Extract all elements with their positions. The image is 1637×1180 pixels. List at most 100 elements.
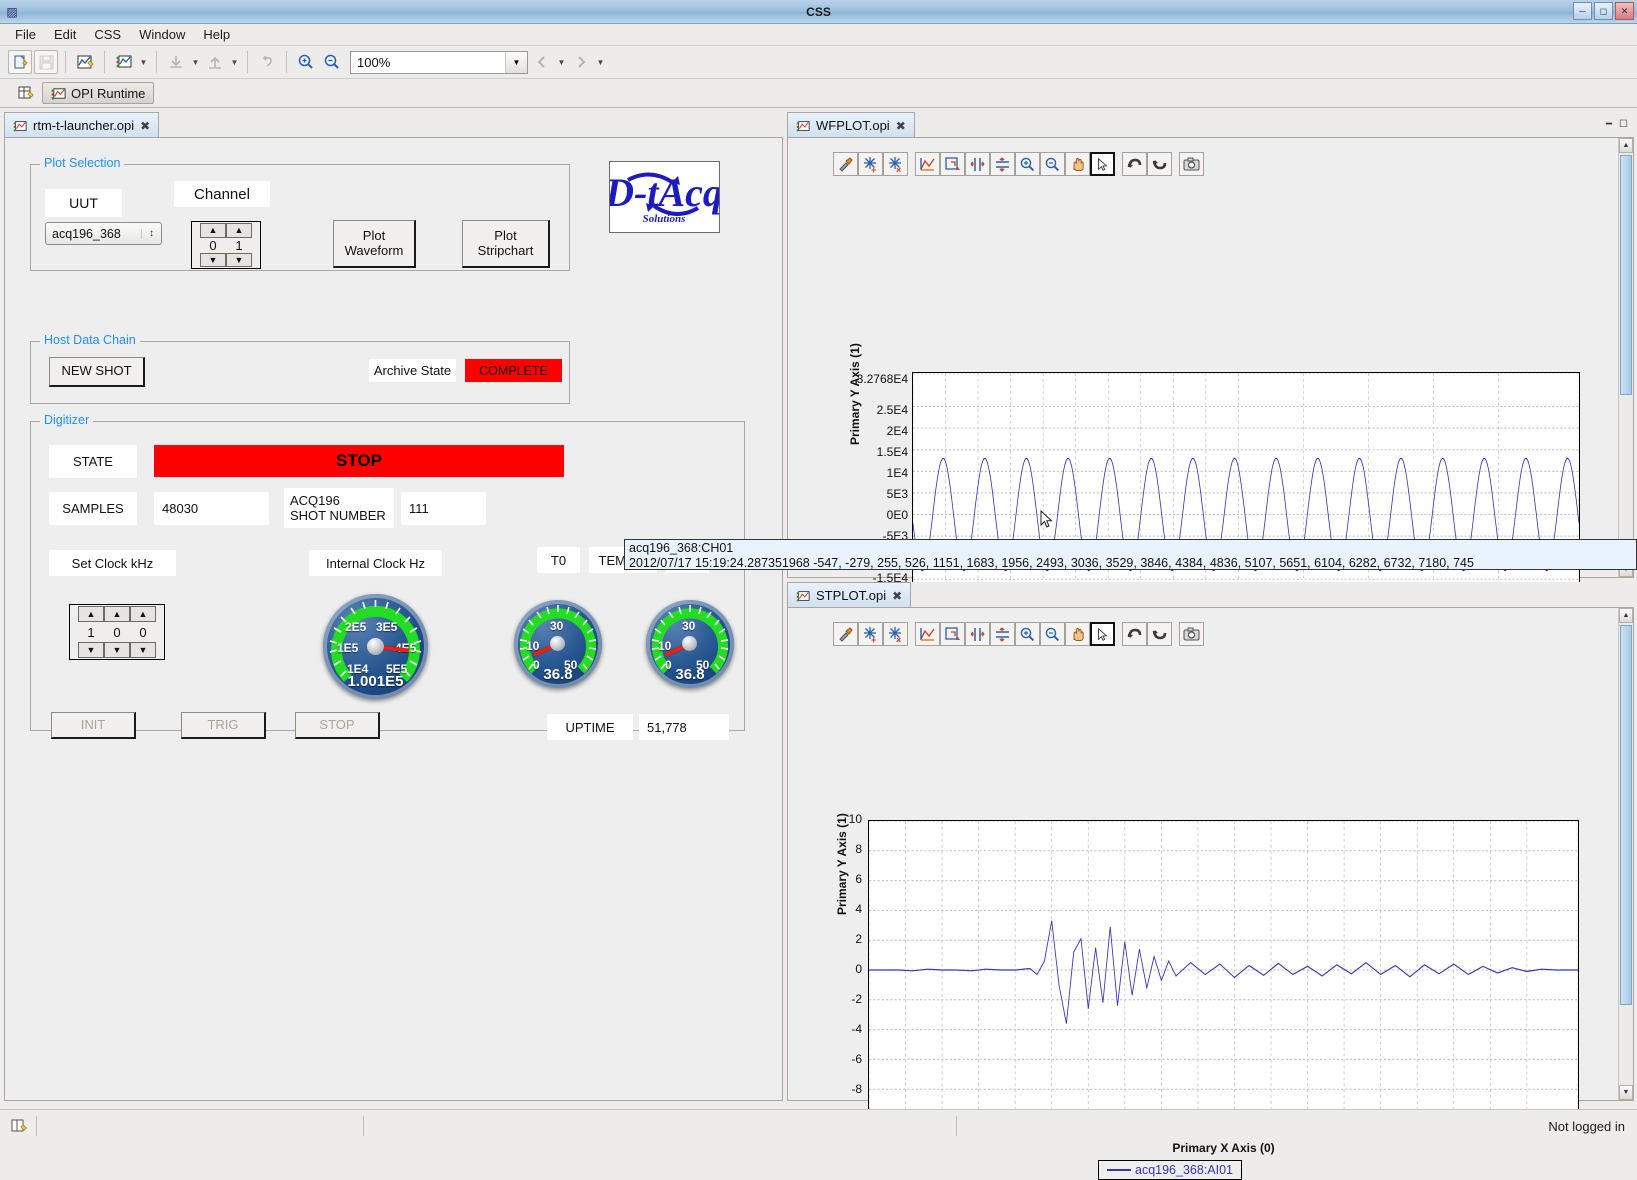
- stplot-plot-area[interactable]: [868, 820, 1579, 1120]
- maximize-button[interactable]: ◻: [1594, 2, 1613, 20]
- status-separator-2: [363, 1116, 364, 1136]
- perspective-tab-opi-runtime[interactable]: OPI Runtime: [42, 82, 155, 104]
- scroll-up-icon[interactable]: ▲: [1619, 608, 1633, 623]
- close-icon[interactable]: ✖: [140, 119, 150, 133]
- zoom-out-icon[interactable]: [1040, 622, 1065, 646]
- pointer-icon[interactable]: [1090, 622, 1115, 646]
- add-annotation-icon[interactable]: +: [858, 622, 883, 646]
- decrement-icon[interactable]: ▼: [226, 252, 252, 267]
- remove-annotation-icon[interactable]: ×: [883, 622, 908, 646]
- zoom-in-icon[interactable]: [1015, 152, 1040, 176]
- zoom-vertical-icon[interactable]: [990, 152, 1015, 176]
- pan-icon[interactable]: [1065, 152, 1090, 176]
- editor-tab-rtm-t-launcher[interactable]: rtm-t-launcher.opi ✖: [4, 112, 160, 138]
- stop-button[interactable]: STOP: [295, 712, 380, 739]
- configure-icon[interactable]: [833, 152, 858, 176]
- uut-combo[interactable]: acq196_368 ↕: [45, 222, 162, 245]
- scroll-down-icon[interactable]: ▼: [1619, 1085, 1633, 1100]
- redo-icon[interactable]: [1147, 152, 1172, 176]
- maximize-view-icon[interactable]: ☐: [1619, 119, 1628, 130]
- perspective-icon[interactable]: [8, 1118, 30, 1134]
- close-button[interactable]: ✕: [1615, 2, 1634, 20]
- menu-window[interactable]: Window: [130, 25, 194, 44]
- undo-icon[interactable]: [1122, 152, 1147, 176]
- new-shot-button[interactable]: NEW SHOT: [49, 357, 145, 387]
- decrement-icon[interactable]: ▼: [78, 642, 104, 658]
- decrement-icon[interactable]: ▼: [200, 252, 226, 267]
- configure-icon[interactable]: [833, 622, 858, 646]
- decrement-icon[interactable]: ▼: [130, 642, 156, 658]
- digitizer-group-label: Digitizer: [40, 413, 94, 427]
- channel-spinner[interactable]: ▲ 0 ▼ ▲ 1 ▼: [191, 221, 261, 269]
- scroll-up-icon[interactable]: ▲: [1619, 138, 1633, 153]
- increment-icon[interactable]: ▲: [78, 606, 104, 622]
- plot-selection-group-label: Plot Selection: [40, 156, 125, 170]
- stagger-axes-icon[interactable]: [940, 622, 965, 646]
- increment-icon[interactable]: ▲: [226, 223, 252, 238]
- menu-file[interactable]: File: [6, 25, 45, 44]
- stplot-vertical-scrollbar[interactable]: ▲ ▼: [1618, 608, 1633, 1100]
- minimize-button[interactable]: ─: [1573, 2, 1592, 20]
- zoom-out-icon[interactable]: [1040, 152, 1065, 176]
- channel-digit-1[interactable]: ▲ 1 ▼: [226, 223, 252, 267]
- new-opi-icon[interactable]: [73, 50, 97, 74]
- trig-button[interactable]: TRIG: [181, 712, 266, 739]
- clock-digit-0[interactable]: ▲ 1 ▼: [78, 606, 104, 658]
- new-perspective-icon[interactable]: [16, 83, 36, 103]
- chevron-down-icon[interactable]: ▼: [505, 51, 527, 73]
- clock-digit-1[interactable]: ▲ 0 ▼: [104, 606, 130, 658]
- close-icon[interactable]: ✖: [896, 119, 906, 133]
- plot-waveform-button[interactable]: Plot Waveform: [333, 220, 416, 268]
- tooltip-line-2: 2012/07/17 15:19:24.287351968 -547, -279…: [629, 556, 1474, 570]
- remove-annotation-icon[interactable]: ×: [883, 152, 908, 176]
- svg-text:Solutions: Solutions: [643, 213, 686, 225]
- zoom-vertical-icon[interactable]: [990, 622, 1015, 646]
- snapshot-icon[interactable]: [1179, 622, 1204, 646]
- undo-icon[interactable]: [1122, 622, 1147, 646]
- pan-icon[interactable]: [1065, 622, 1090, 646]
- redo-icon[interactable]: [1147, 622, 1172, 646]
- auto-scale-icon[interactable]: [915, 152, 940, 176]
- clock-spinner[interactable]: ▲ 1 ▼ ▲ 0 ▼ ▲ 0 ▼: [69, 604, 165, 660]
- wfplot-vertical-scrollbar[interactable]: ▲ ▼: [1618, 138, 1633, 577]
- menu-css[interactable]: CSS: [85, 25, 130, 44]
- stplot-legend[interactable]: acq196_368:AI01: [1098, 1160, 1243, 1180]
- editor-tab-stplot[interactable]: STPLOT.opi ✖: [787, 582, 912, 608]
- plot-stripchart-button[interactable]: Plot Stripchart: [462, 220, 550, 268]
- spinner-icon[interactable]: ↕: [141, 228, 161, 239]
- add-annotation-icon[interactable]: +: [858, 152, 883, 176]
- decrement-icon[interactable]: ▼: [104, 642, 130, 658]
- stagger-axes-icon[interactable]: [940, 152, 965, 176]
- clock-digit-1-value: 0: [113, 624, 121, 640]
- wfplot-view-controls[interactable]: ━ ☐: [1606, 112, 1634, 138]
- channel-digit-0[interactable]: ▲ 0 ▼: [200, 223, 226, 267]
- increment-icon[interactable]: ▲: [104, 606, 130, 622]
- new-file-icon[interactable]: [8, 50, 32, 74]
- editor-tab-wfplot[interactable]: WFPLOT.opi ✖: [787, 112, 915, 138]
- zoom-in-icon[interactable]: [1015, 622, 1040, 646]
- zoom-horizontal-icon[interactable]: [965, 622, 990, 646]
- zoom-level-combo[interactable]: 100% ▼: [350, 50, 528, 74]
- zoom-in-icon[interactable]: [294, 50, 318, 74]
- window-controls[interactable]: ─ ◻ ✕: [1573, 2, 1634, 20]
- increment-icon[interactable]: ▲: [130, 606, 156, 622]
- init-button[interactable]: INIT: [51, 712, 136, 739]
- menu-help[interactable]: Help: [194, 25, 239, 44]
- zoom-out-icon[interactable]: [320, 50, 344, 74]
- tabrow-filler: [911, 582, 1634, 608]
- close-icon[interactable]: ✖: [892, 589, 902, 603]
- right-editor-pane: WFPLOT.opi ✖ ━ ☐ + × Primary Y Axis (1) …: [787, 111, 1634, 1180]
- run-opi-dropdown-icon[interactable]: ▼: [138, 50, 149, 74]
- minimize-view-icon[interactable]: ━: [1606, 119, 1612, 130]
- run-opi-icon[interactable]: [112, 50, 136, 74]
- gauge-tick-3E5: 3E5: [376, 620, 398, 634]
- menu-edit[interactable]: Edit: [45, 25, 85, 44]
- scroll-thumb[interactable]: [1620, 155, 1632, 395]
- auto-scale-icon[interactable]: [915, 622, 940, 646]
- increment-icon[interactable]: ▲: [200, 223, 226, 238]
- scroll-thumb[interactable]: [1620, 625, 1632, 1005]
- zoom-horizontal-icon[interactable]: [965, 152, 990, 176]
- snapshot-icon[interactable]: [1179, 152, 1204, 176]
- pointer-icon[interactable]: [1090, 152, 1115, 176]
- clock-digit-2[interactable]: ▲ 0 ▼: [130, 606, 156, 658]
